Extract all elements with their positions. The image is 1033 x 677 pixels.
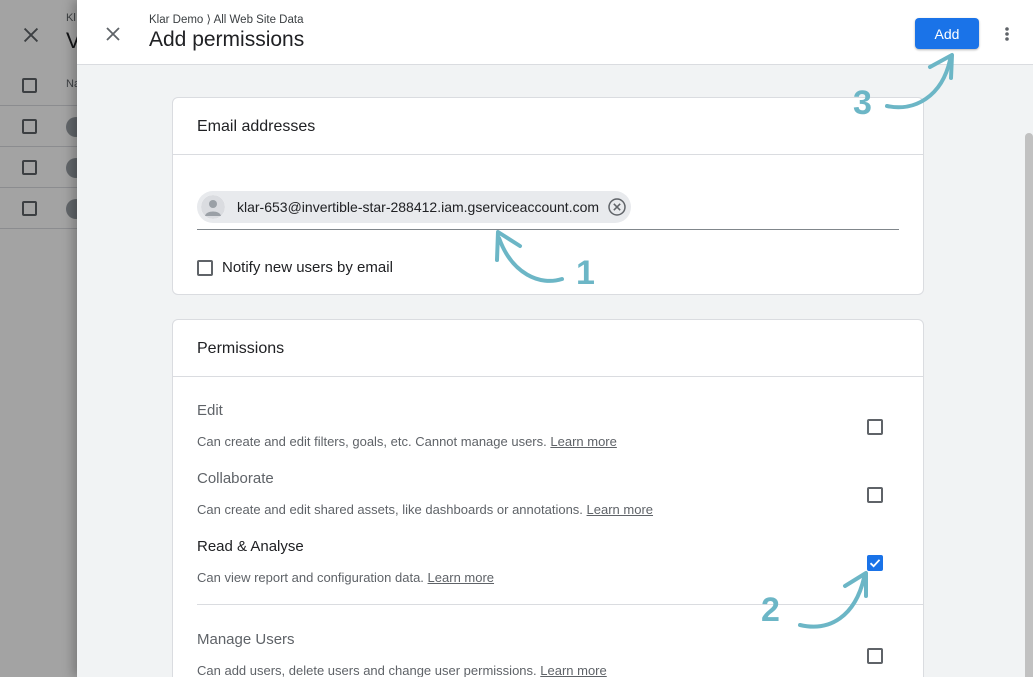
cancel-circle-icon (608, 198, 626, 216)
learn-more-link[interactable]: Learn more (550, 434, 616, 449)
permission-manage-users: Manage Users Can add users, delete users… (197, 631, 899, 677)
permission-collaborate-name: Collaborate (197, 470, 274, 487)
person-icon (201, 195, 225, 219)
permission-edit-description: Can create and edit filters, goals, etc.… (197, 434, 617, 449)
learn-more-link[interactable]: Learn more (587, 502, 653, 517)
permissions-heading: Permissions (173, 320, 923, 377)
add-button[interactable]: Add (915, 18, 979, 49)
divider (197, 604, 923, 605)
notify-users-option[interactable]: Notify new users by email (197, 259, 393, 276)
notify-users-checkbox[interactable] (197, 259, 213, 276)
page-title: Add permissions (149, 28, 305, 51)
permissions-card: Permissions Edit Can create and edit fil… (172, 319, 924, 677)
email-input-underline[interactable] (197, 229, 899, 230)
permission-manage-users-checkbox[interactable] (867, 648, 883, 664)
more-options-button[interactable] (998, 22, 1016, 46)
breadcrumb: Klar Demo ⟩ All Web Site Data (149, 14, 304, 26)
permission-read-analyse-name: Read & Analyse (197, 538, 304, 555)
add-permissions-panel: Klar Demo ⟩ All Web Site Data Add permis… (77, 0, 1033, 677)
permission-manage-users-name: Manage Users (197, 631, 295, 648)
email-addresses-card: Email addresses klar-653@invertible-star… (172, 97, 924, 295)
annotation-step-1: 1 (576, 254, 595, 292)
permission-read-analyse-description: Can view report and configuration data. … (197, 570, 495, 585)
notify-users-label: Notify new users by email (222, 259, 393, 276)
scrollbar[interactable] (1025, 133, 1033, 677)
panel-header: Klar Demo ⟩ All Web Site Data Add permis… (77, 0, 1033, 65)
permission-collaborate: Collaborate Can create and edit shared a… (197, 470, 899, 517)
permission-collaborate-checkbox[interactable] (867, 487, 883, 503)
email-chip-label: klar-653@invertible-star-288412.iam.gser… (237, 199, 600, 215)
permission-read-analyse-checkbox[interactable] (867, 555, 883, 571)
permission-collaborate-description: Can create and edit shared assets, like … (197, 502, 654, 517)
learn-more-link[interactable]: Learn more (428, 570, 494, 585)
permission-edit-checkbox[interactable] (867, 419, 883, 435)
panel-content: Email addresses klar-653@invertible-star… (77, 65, 1033, 677)
permission-edit: Edit Can create and edit filters, goals,… (197, 402, 899, 449)
more-vert-icon (1005, 27, 1009, 41)
permission-read-analyse: Read & Analyse Can view report and confi… (197, 538, 899, 585)
permission-edit-name: Edit (197, 402, 223, 419)
annotation-step-3: 3 (853, 84, 872, 122)
close-button[interactable] (101, 22, 125, 46)
remove-chip-button[interactable] (607, 197, 627, 217)
close-icon (106, 27, 120, 41)
email-addresses-heading: Email addresses (173, 98, 923, 155)
check-icon (869, 559, 881, 568)
email-chip: klar-653@invertible-star-288412.iam.gser… (197, 191, 632, 223)
learn-more-link[interactable]: Learn more (540, 663, 606, 677)
annotation-step-2: 2 (761, 591, 780, 629)
permission-manage-users-description: Can add users, delete users and change u… (197, 663, 607, 677)
